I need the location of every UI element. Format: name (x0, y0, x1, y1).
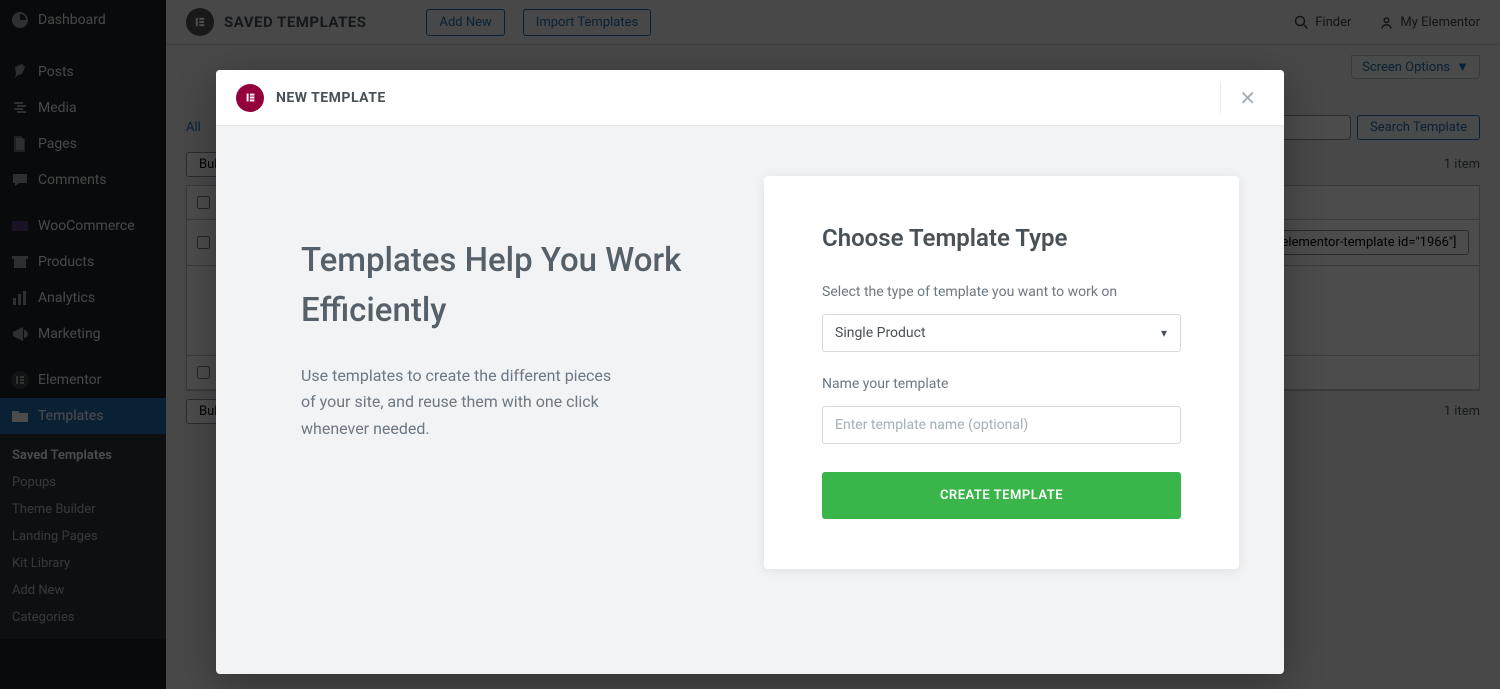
modal-right-panel: Choose Template Type Select the type of … (764, 126, 1239, 674)
modal-description: Use templates to create the different pi… (301, 363, 621, 442)
select-wrap: Single Product (822, 314, 1181, 352)
template-type-select[interactable]: Single Product (822, 314, 1181, 352)
template-name-label: Name your template (822, 376, 1181, 392)
modal-heading: Templates Help You Work Efficiently (301, 236, 694, 335)
create-template-button[interactable]: CREATE TEMPLATE (822, 472, 1181, 519)
modal-title: NEW TEMPLATE (276, 90, 386, 106)
form-card: Choose Template Type Select the type of … (764, 176, 1239, 569)
close-button[interactable]: ✕ (1220, 83, 1264, 113)
modal-overlay[interactable]: NEW TEMPLATE ✕ Templates Help You Work E… (0, 0, 1500, 689)
form-title: Choose Template Type (822, 224, 1181, 252)
modal-header: NEW TEMPLATE ✕ (216, 70, 1284, 126)
template-type-label: Select the type of template you want to … (822, 284, 1181, 300)
modal-body: Templates Help You Work Efficiently Use … (216, 126, 1284, 674)
elementor-badge-icon (236, 84, 264, 112)
modal-left-panel: Templates Help You Work Efficiently Use … (216, 126, 764, 674)
template-name-input[interactable] (822, 406, 1181, 444)
new-template-modal: NEW TEMPLATE ✕ Templates Help You Work E… (216, 70, 1284, 674)
close-icon: ✕ (1239, 86, 1256, 110)
